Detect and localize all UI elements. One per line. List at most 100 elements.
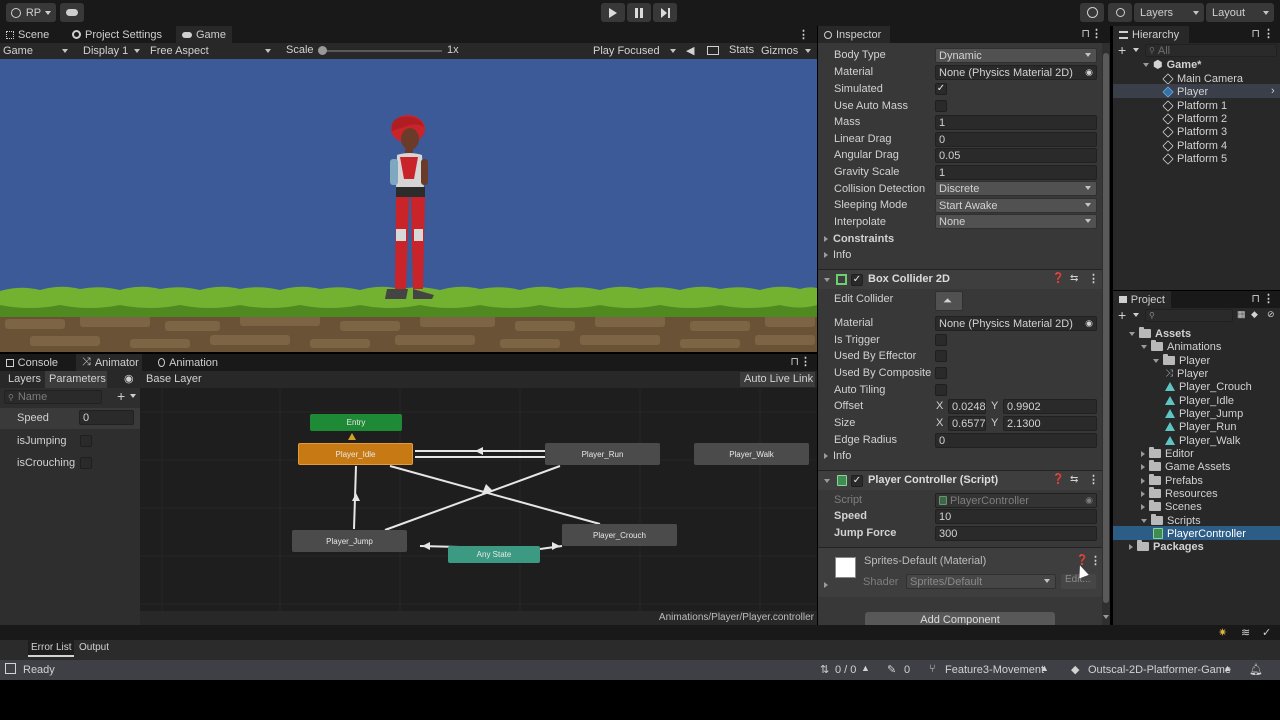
inspector-scrollbar[interactable] (1102, 43, 1110, 625)
account-dropdown[interactable]: RP (6, 3, 56, 22)
state-entry[interactable]: Entry (310, 414, 402, 431)
pause-button[interactable] (627, 3, 651, 22)
used-by-composite-checkbox[interactable] (935, 367, 947, 379)
body-type-dropdown[interactable]: Dynamic (935, 48, 1097, 63)
hierarchy-item-player[interactable]: Player (1162, 85, 1208, 98)
animator-graph[interactable]: Entry Player_Idle Player_Run Player_Walk… (140, 388, 817, 625)
screen-icon[interactable] (707, 46, 719, 55)
state-player-walk[interactable]: Player_Walk (694, 443, 809, 465)
more-menu-icon[interactable]: ⋮ (1263, 27, 1274, 40)
tab-inspector[interactable]: Inspector (818, 26, 890, 43)
preset-icon[interactable]: ⇆ (1070, 474, 1078, 485)
asset-player-walk[interactable]: Player_Walk (1165, 434, 1240, 447)
parameter-checkbox[interactable] (80, 435, 92, 447)
more-menu-icon[interactable]: ⋮ (798, 28, 809, 41)
folder-assets[interactable]: Assets (1129, 327, 1191, 340)
is-trigger-checkbox[interactable] (935, 334, 947, 346)
tab-error-list[interactable]: Error List (28, 640, 74, 657)
target-icon[interactable]: ◉ (1085, 318, 1093, 329)
offset-y-field[interactable]: 0.9902 (1003, 399, 1097, 414)
asset-player-idle[interactable]: Player_Idle (1165, 394, 1234, 407)
tab-output[interactable]: Output (79, 642, 109, 653)
offset-x-field[interactable]: 0.0248 (948, 399, 986, 414)
parameter-value-field[interactable]: 0 (79, 410, 134, 425)
lock-icon[interactable]: ⊓ (1251, 292, 1260, 305)
tab-scene[interactable]: Scene (0, 26, 62, 43)
collision-detection-dropdown[interactable]: Discrete (935, 181, 1097, 196)
tab-game[interactable]: Game (176, 26, 232, 43)
history-button[interactable] (1080, 3, 1104, 22)
size-x-field[interactable]: 0.6577 (948, 416, 986, 431)
help-icon[interactable]: ❓ (1052, 474, 1064, 485)
search-button[interactable] (1108, 3, 1132, 22)
eye-icon[interactable]: ◉ (124, 372, 134, 385)
game-view[interactable] (0, 59, 817, 352)
asset-player-jump[interactable]: Player_Jump (1165, 407, 1243, 420)
box-collider-enabled-checkbox[interactable]: ✓ (851, 274, 863, 286)
hierarchy-item-platform-4[interactable]: Platform 4 (1162, 139, 1227, 152)
auto-live-link-button[interactable]: Auto Live Link (740, 372, 815, 387)
aspect-dropdown[interactable]: Free Aspect (150, 43, 276, 59)
box-collider-header[interactable]: ✓ Box Collider 2D ❓ ⇆ ⋮ (818, 269, 1102, 289)
tab-project-settings[interactable]: Project Settings (66, 26, 170, 43)
add-parameter-button[interactable]: + (117, 388, 125, 404)
target-icon[interactable]: ◉ (1085, 67, 1093, 78)
layers-icon[interactable]: ≋ (1241, 626, 1250, 639)
folder-prefabs[interactable]: Prefabs (1141, 474, 1203, 487)
layers-dropdown[interactable]: Layers (1134, 3, 1204, 22)
display-dropdown[interactable]: Display 1 (83, 43, 145, 59)
more-menu-icon[interactable]: ⋮ (1091, 27, 1102, 40)
collider-info-foldout[interactable]: Info (824, 450, 851, 462)
play-mode-dropdown[interactable]: Play Focused (593, 43, 681, 59)
chevron-up-icon[interactable]: ▲ (1223, 663, 1232, 673)
use-auto-mass-checkbox[interactable] (935, 100, 947, 112)
cloud-button[interactable] (60, 3, 84, 22)
state-player-run[interactable]: Player_Run (545, 443, 660, 465)
folder-scenes[interactable]: Scenes (1141, 500, 1202, 513)
material-field[interactable]: None (Physics Material 2D) ◉ (935, 65, 1097, 80)
folder-animations[interactable]: Animations (1141, 340, 1221, 353)
shader-dropdown[interactable]: Sprites/Default (906, 574, 1056, 589)
speaker-icon[interactable]: ◀ (686, 44, 694, 57)
asset-player-controller[interactable]: ⤨ Player (1165, 367, 1208, 380)
parameters-tab[interactable]: Parameters (45, 371, 107, 388)
folder-player[interactable]: Player (1153, 354, 1210, 367)
inspector-scrollbar-thumb[interactable] (1103, 53, 1109, 603)
check-circle-icon[interactable]: ✓ (1262, 626, 1271, 639)
repo-icon[interactable]: ◆ (1071, 663, 1079, 676)
speed-field[interactable]: 10 (935, 509, 1097, 524)
add-component-button[interactable]: Add Component (865, 612, 1055, 625)
parameter-row[interactable]: Speed 0 (0, 408, 140, 429)
chevron-up-icon[interactable]: ▲ (1040, 663, 1049, 673)
lock-icon[interactable]: ⊓ (790, 355, 799, 368)
auto-tiling-checkbox[interactable] (935, 384, 947, 396)
rigidbody-info-foldout[interactable]: Info (824, 249, 851, 261)
tab-animator[interactable]: ⤨ Animator (76, 354, 142, 371)
gravity-scale-field[interactable]: 1 (935, 165, 1097, 180)
simulated-checkbox[interactable]: ✓ (935, 83, 947, 95)
asset-playercontroller-script[interactable]: PlayerController (1153, 527, 1246, 540)
filter-label-icon[interactable]: ◆ (1251, 309, 1258, 320)
help-icon[interactable]: ❓ (1052, 273, 1064, 284)
project-search-input[interactable]: ⚲ (1145, 309, 1233, 322)
layers-tab[interactable]: Layers (8, 373, 41, 385)
parameter-row[interactable]: isJumping (0, 431, 140, 451)
git-repo[interactable]: Outscal-2D-Platformer-Game (1088, 664, 1231, 676)
state-any-state[interactable]: Any State (448, 546, 540, 563)
play-button[interactable] (601, 3, 625, 22)
more-menu-icon[interactable]: ⋮ (1090, 554, 1101, 567)
player-controller-enabled-checkbox[interactable]: ✓ (851, 475, 863, 487)
chevron-down-icon[interactable] (130, 394, 136, 398)
branch-icon[interactable]: ⑂ (929, 663, 936, 675)
step-button[interactable] (653, 3, 677, 22)
more-menu-icon[interactable]: ⋮ (1088, 473, 1099, 486)
gizmos-dropdown[interactable]: Gizmos (761, 43, 811, 59)
scroll-down-icon[interactable] (1103, 615, 1109, 619)
folder-packages[interactable]: Packages (1129, 540, 1204, 553)
sync-arrows-icon[interactable]: ⇅ (820, 663, 829, 676)
more-menu-icon[interactable]: ⋮ (800, 355, 811, 368)
folder-editor[interactable]: Editor (1141, 447, 1194, 460)
sleeping-mode-dropdown[interactable]: Start Awake (935, 198, 1097, 213)
tab-project[interactable]: Project (1113, 291, 1171, 308)
more-menu-icon[interactable]: ⋮ (1088, 272, 1099, 285)
